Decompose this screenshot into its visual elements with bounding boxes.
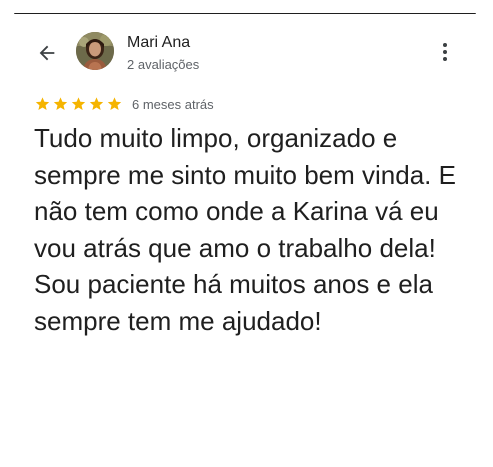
star-icon — [71, 97, 86, 110]
profile-photo-icon — [76, 32, 114, 70]
rating-row: 6 meses atrás — [34, 96, 214, 112]
back-button[interactable] — [36, 42, 58, 64]
star-icon — [35, 97, 50, 110]
arrow-left-icon — [39, 45, 55, 61]
review-header: Mari Ana 2 avaliações — [0, 28, 493, 76]
author-review-count: 2 avaliações — [127, 57, 200, 72]
more-vertical-icon — [443, 43, 447, 61]
avatar[interactable] — [76, 32, 114, 70]
review-page: Mari Ana 2 avaliações 6 meses atrás Tudo… — [0, 0, 493, 467]
star-icon — [89, 97, 104, 110]
star-rating — [34, 96, 123, 112]
star-icon — [53, 97, 68, 110]
more-options-button[interactable] — [438, 40, 452, 64]
author-name[interactable]: Mari Ana — [127, 34, 190, 52]
review-date: 6 meses atrás — [132, 96, 214, 112]
card-top-border — [14, 13, 476, 14]
star-icon — [107, 97, 122, 110]
review-text: Tudo muito limpo, organizado e sempre me… — [34, 123, 456, 336]
